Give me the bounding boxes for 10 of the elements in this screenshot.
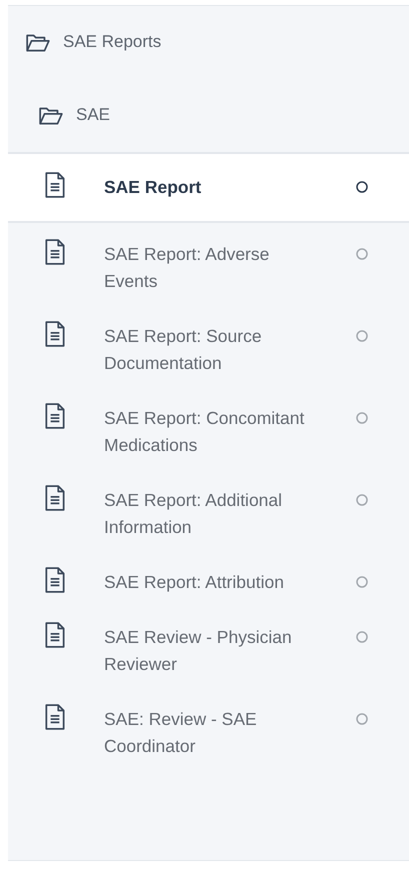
folder-item[interactable]: SAE — [8, 78, 409, 152]
document-item[interactable]: SAE Report — [8, 152, 409, 223]
document-item[interactable]: SAE Report: Concomitant Medications — [8, 391, 409, 473]
document-item[interactable]: SAE Report: Additional Information — [8, 473, 409, 555]
document-item[interactable]: SAE Report: Source Documentation — [8, 309, 409, 391]
document-item[interactable]: SAE: Review - SAE Coordinator — [8, 692, 409, 774]
folder-item[interactable]: SAE Reports — [8, 6, 409, 78]
document-item[interactable]: SAE Report: Adverse Events — [8, 227, 409, 309]
document-item[interactable]: SAE Report: Attribution — [8, 555, 409, 610]
document-item[interactable]: SAE Review - Physician Reviewer — [8, 610, 409, 692]
